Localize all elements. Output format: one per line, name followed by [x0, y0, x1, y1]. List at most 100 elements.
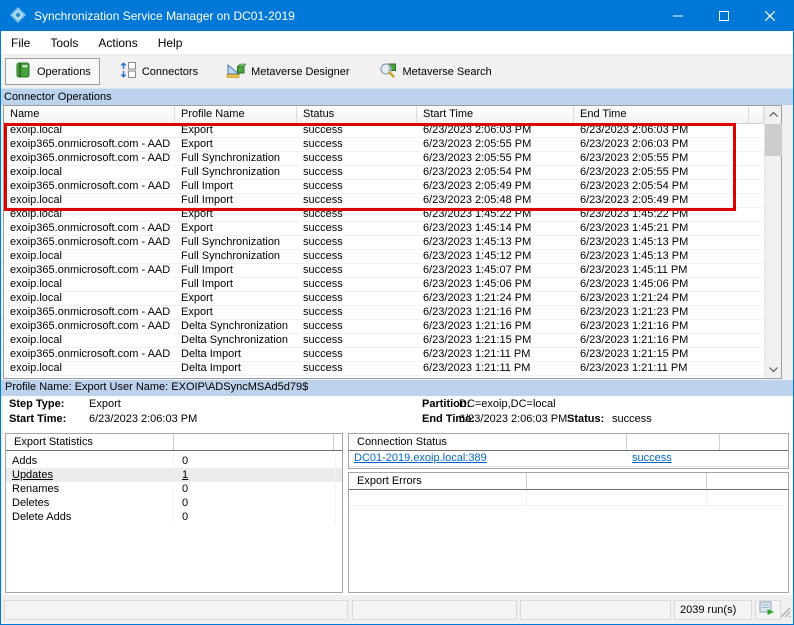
metaverse-designer-button[interactable]: Metaverse Designer: [217, 58, 358, 85]
cell-filler: [749, 278, 764, 291]
statistic-row[interactable]: Updates1: [6, 468, 342, 482]
cell-filler: [749, 348, 764, 361]
close-button[interactable]: [747, 1, 793, 31]
table-row[interactable]: exoip.localFull Synchronizationsuccess6/…: [4, 166, 764, 180]
metaverse-search-icon: [378, 61, 398, 82]
run-profile-status-icon[interactable]: [758, 607, 776, 619]
cell-profile-name: Export: [175, 222, 297, 235]
cell-start-time: 6/23/2023 1:45:22 PM: [417, 208, 574, 221]
operations-button[interactable]: Operations: [5, 58, 100, 85]
vertical-scrollbar[interactable]: [764, 106, 781, 378]
cell-end-time: 6/23/2023 1:21:15 PM: [574, 348, 749, 361]
column-header-name[interactable]: Name: [4, 106, 175, 124]
cell-end-time: 6/23/2023 1:45:13 PM: [574, 250, 749, 263]
export-errors-empty-row: [349, 490, 788, 506]
connectors-icon: [119, 61, 137, 82]
cell-profile-name: Export: [175, 138, 297, 151]
statistic-label[interactable]: Updates: [6, 468, 174, 482]
table-row[interactable]: exoip365.onmicrosoft.com - AADExportsucc…: [4, 306, 764, 320]
step-type-value: Export: [89, 398, 121, 410]
cell-filler: [749, 264, 764, 277]
cell-filler: [749, 334, 764, 347]
cell-end-time: 6/23/2023 1:21:11 PM: [574, 362, 749, 375]
cell-status: success: [297, 250, 417, 263]
connection-result-link[interactable]: success: [632, 452, 672, 464]
connectors-button[interactable]: Connectors: [110, 58, 207, 85]
start-time-value: 6/23/2023 2:06:03 PM: [89, 413, 197, 425]
table-row[interactable]: exoip365.onmicrosoft.com - AADFull Impor…: [4, 264, 764, 278]
cell-profile-name: Full Import: [175, 180, 297, 193]
cell-name: exoip365.onmicrosoft.com - AAD: [4, 138, 175, 151]
scroll-up-icon[interactable]: [765, 106, 782, 123]
table-row[interactable]: exoip365.onmicrosoft.com - AADDelta Impo…: [4, 348, 764, 362]
cell-profile-name: Delta Import: [175, 348, 297, 361]
table-row[interactable]: exoip.localFull Synchronizationsuccess6/…: [4, 250, 764, 264]
column-header-end-time[interactable]: End Time: [574, 106, 749, 124]
table-row[interactable]: exoip365.onmicrosoft.com - AADFull Impor…: [4, 180, 764, 194]
statistic-label: Renames: [6, 482, 174, 496]
scrollbar-thumb[interactable]: [765, 124, 782, 156]
table-row[interactable]: exoip.localExportsuccess6/23/2023 1:21:2…: [4, 292, 764, 306]
status-label: Status:: [567, 413, 604, 425]
table-row[interactable]: exoip365.onmicrosoft.com - AADFull Synch…: [4, 152, 764, 166]
cell-profile-name: Full Synchronization: [175, 166, 297, 179]
table-row[interactable]: exoip.localFull Importsuccess6/23/2023 1…: [4, 278, 764, 292]
cell-name: exoip365.onmicrosoft.com - AAD: [4, 264, 175, 277]
table-row[interactable]: exoip.localDelta Synchronizationsuccess6…: [4, 334, 764, 348]
operations-table: Name Profile Name Status Start Time End …: [3, 105, 782, 379]
table-row[interactable]: exoip365.onmicrosoft.com - AADDelta Sync…: [4, 320, 764, 334]
statistic-value[interactable]: 1: [174, 468, 336, 482]
cell-name: exoip.local: [4, 278, 175, 291]
cell-filler: [749, 138, 764, 151]
export-statistics-panel: Export Statistics Adds0Updates1Renames0D…: [5, 433, 343, 593]
cell-start-time: 6/23/2023 2:05:54 PM: [417, 166, 574, 179]
scroll-down-icon[interactable]: [765, 361, 782, 378]
menu-file[interactable]: File: [1, 31, 40, 55]
statistic-value: 0: [174, 454, 336, 468]
cell-start-time: 6/23/2023 1:21:16 PM: [417, 320, 574, 333]
cell-name: exoip365.onmicrosoft.com - AAD: [4, 222, 175, 235]
table-row[interactable]: exoip.localExportsuccess6/23/2023 2:06:0…: [4, 124, 764, 138]
column-header-start-time[interactable]: Start Time: [417, 106, 574, 124]
cell-filler: [749, 180, 764, 193]
table-row[interactable]: exoip365.onmicrosoft.com - AADExportsucc…: [4, 138, 764, 152]
cell-filler: [749, 306, 764, 319]
cell-status: success: [297, 124, 417, 137]
table-row[interactable]: exoip.localFull Importsuccess6/23/2023 2…: [4, 194, 764, 208]
maximize-button[interactable]: [701, 1, 747, 31]
cell-status: success: [297, 348, 417, 361]
operations-button-label: Operations: [37, 66, 91, 78]
cell-status: success: [297, 362, 417, 375]
cell-start-time: 6/23/2023 1:21:24 PM: [417, 292, 574, 305]
table-row[interactable]: exoip.localDelta Importsuccess6/23/2023 …: [4, 362, 764, 376]
cell-end-time: 6/23/2023 1:45:11 PM: [574, 264, 749, 277]
operations-journal-icon: [14, 61, 32, 82]
table-row[interactable]: exoip365.onmicrosoft.com - AADExportsucc…: [4, 222, 764, 236]
cell-filler: [749, 250, 764, 263]
column-header-status[interactable]: Status: [297, 106, 417, 124]
cell-profile-name: Full Synchronization: [175, 250, 297, 263]
menu-help[interactable]: Help: [148, 31, 193, 55]
menu-actions[interactable]: Actions: [88, 31, 147, 55]
table-row[interactable]: exoip.localExportsuccess6/23/2023 1:45:2…: [4, 208, 764, 222]
statistic-row: Adds0: [6, 454, 342, 468]
cell-name: exoip365.onmicrosoft.com - AAD: [4, 180, 175, 193]
column-header-profile-name[interactable]: Profile Name: [175, 106, 297, 124]
cell-name: exoip365.onmicrosoft.com - AAD: [4, 236, 175, 249]
cell-status: success: [297, 222, 417, 235]
minimize-button[interactable]: [655, 1, 701, 31]
connection-server-link[interactable]: DC01-2019.exoip.local:389: [354, 452, 487, 464]
connection-status-header-spacer: [627, 434, 720, 450]
export-statistics-header: Export Statistics: [6, 434, 342, 451]
cell-status: success: [297, 292, 417, 305]
cell-filler: [749, 166, 764, 179]
metaverse-search-button-label: Metaverse Search: [403, 66, 492, 78]
cell-end-time: 6/23/2023 2:05:49 PM: [574, 194, 749, 207]
cell-filler: [749, 124, 764, 137]
metaverse-search-button[interactable]: Metaverse Search: [369, 58, 501, 85]
menu-tools[interactable]: Tools: [40, 31, 88, 55]
toolbar: Operations Connectors Metaverse Designer…: [1, 55, 793, 88]
resize-grip[interactable]: [780, 607, 791, 621]
cell-filler: [749, 236, 764, 249]
table-row[interactable]: exoip365.onmicrosoft.com - AADFull Synch…: [4, 236, 764, 250]
